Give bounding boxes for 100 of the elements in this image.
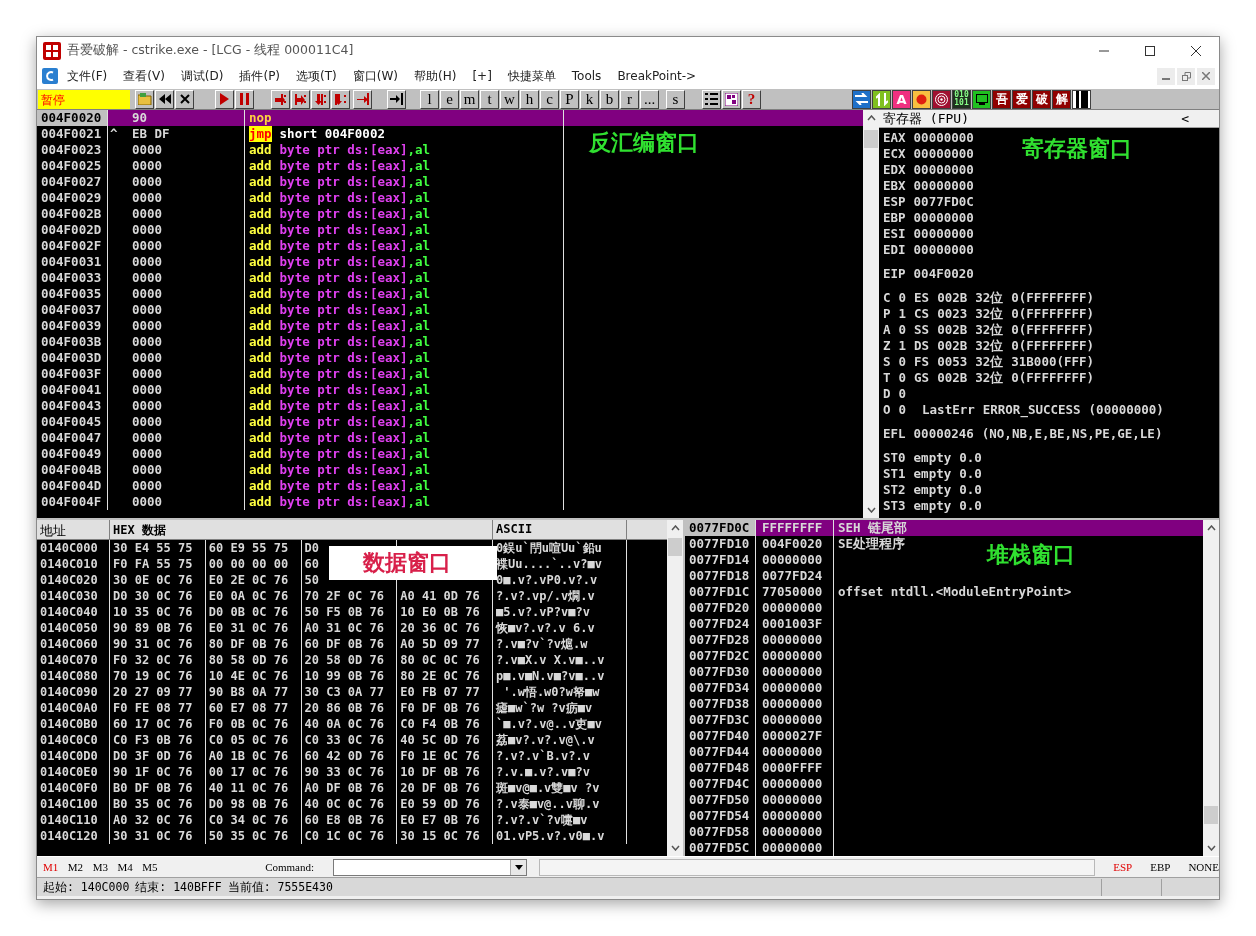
run-to-button[interactable] (387, 89, 406, 109)
disassembly-row[interactable]: 004F0033 0000 add byte ptr ds:[eax],al (37, 270, 863, 286)
disassembly-row[interactable]: 004F002F 0000 add byte ptr ds:[eax],al (37, 238, 863, 254)
help-button[interactable]: ? (742, 89, 761, 109)
stack-row[interactable]: 0077FD48 0000FFFF (685, 760, 1203, 776)
window-button[interactable]: ... (640, 89, 659, 109)
disassembly-row[interactable]: 004F0049 0000 add byte ptr ds:[eax],al (37, 446, 863, 462)
step-button[interactable] (291, 89, 310, 109)
stack-row[interactable]: 0077FD58 00000000 (685, 824, 1203, 840)
bars-button[interactable] (1072, 89, 1091, 109)
disassembly-row[interactable]: 004F0043 0000 add byte ptr ds:[eax],al (37, 398, 863, 414)
disassembly-row[interactable]: 004F004F 0000 add byte ptr ds:[eax],al (37, 494, 863, 510)
menu-item[interactable]: 插件(P) (232, 65, 288, 87)
disassembly-row[interactable]: 004F002B 0000 add byte ptr ds:[eax],al (37, 206, 863, 222)
menu-item[interactable]: 文件(F) (60, 65, 115, 87)
disassembly-row[interactable]: 004F0037 0000 add byte ptr ds:[eax],al (37, 302, 863, 318)
window-button[interactable]: P (560, 89, 579, 109)
disassembly-row[interactable]: 004F0035 0000 add byte ptr ds:[eax],al (37, 286, 863, 302)
step-button[interactable] (271, 89, 290, 109)
plugin-button[interactable]: 吾 (992, 89, 1011, 109)
menu-item[interactable]: 窗口(W) (345, 65, 405, 87)
toggle-button[interactable]: < (1181, 111, 1189, 126)
disassembly-row[interactable]: 004F004D 0000 add byte ptr ds:[eax],al (37, 478, 863, 494)
target-button[interactable] (932, 89, 951, 109)
stack-row[interactable]: 0077FD24 0001003F (685, 616, 1203, 632)
window-button[interactable]: k (580, 89, 599, 109)
stack-row[interactable]: 0077FD3C 00000000 (685, 712, 1203, 728)
window-button[interactable]: s (666, 89, 685, 109)
step-button[interactable] (311, 89, 330, 109)
vertical-scrollbar[interactable] (667, 520, 683, 856)
stack-row[interactable]: 0077FD2C 00000000 (685, 648, 1203, 664)
disassembly-row[interactable]: 004F003F 0000 add byte ptr ds:[eax],al (37, 366, 863, 382)
plugin-button[interactable]: 破 (1032, 89, 1051, 109)
stack-row[interactable]: 0077FD5C 00000000 (685, 840, 1203, 856)
menu-item[interactable]: 调试(D) (173, 65, 231, 87)
stack-row[interactable]: 0077FD38 00000000 (685, 696, 1203, 712)
record-button[interactable] (912, 89, 931, 109)
menu-item[interactable]: BreakPoint-> (610, 67, 704, 85)
window-button[interactable]: e (440, 89, 459, 109)
disassembly-row[interactable]: 004F0025 0000 add byte ptr ds:[eax],al (37, 158, 863, 174)
dump-tab[interactable]: M3 (90, 861, 116, 873)
disassembly-row[interactable]: 004F0041 0000 add byte ptr ds:[eax],al (37, 382, 863, 398)
column-header[interactable]: 地址 (37, 520, 110, 542)
dump-tab[interactable]: M2 (65, 861, 91, 873)
disassembly-row[interactable]: 004F003D 0000 add byte ptr ds:[eax],al (37, 350, 863, 366)
scrollbar-thumb[interactable] (1204, 806, 1218, 824)
open-button[interactable] (135, 89, 154, 109)
window-button[interactable]: m (460, 89, 479, 109)
binary-button[interactable]: 010 101 (952, 89, 971, 109)
column-header[interactable]: HEX 数据 (110, 520, 493, 542)
updown-button[interactable] (872, 89, 891, 109)
stack-row[interactable]: 0077FD30 00000000 (685, 664, 1203, 680)
disassembly-row[interactable]: 004F0047 0000 add byte ptr ds:[eax],al (37, 430, 863, 446)
stack-row[interactable]: 0077FD20 00000000 (685, 600, 1203, 616)
window-button[interactable]: l (420, 89, 439, 109)
close-button[interactable] (175, 89, 194, 109)
swap-button[interactable] (852, 89, 871, 109)
disassembly-row[interactable]: 004F003B 0000 add byte ptr ds:[eax],al (37, 334, 863, 350)
disassembly-row[interactable]: 004F0027 0000 add byte ptr ds:[eax],al (37, 174, 863, 190)
menu-item[interactable]: Tools (564, 67, 609, 85)
window-button[interactable]: b (600, 89, 619, 109)
stack-row[interactable]: 0077FD34 00000000 (685, 680, 1203, 696)
step-button[interactable] (331, 89, 350, 109)
window-button[interactable]: w (500, 89, 519, 109)
dump-tab[interactable]: M1 (41, 861, 66, 873)
stack-row[interactable]: 0077FD18 0077FD24 (685, 568, 1203, 584)
run-button[interactable] (215, 89, 234, 109)
plugin-button[interactable]: 爱 (1012, 89, 1031, 109)
plugin-button[interactable]: 解 (1052, 89, 1071, 109)
vertical-scrollbar[interactable] (1203, 520, 1219, 856)
scrollbar-thumb[interactable] (864, 130, 878, 148)
disassembly-row[interactable]: 004F0029 0000 add byte ptr ds:[eax],al (37, 190, 863, 206)
minimize-button[interactable] (1157, 67, 1175, 85)
dump-tab[interactable]: M4 (115, 861, 141, 873)
menu-item[interactable]: [+] (465, 67, 499, 85)
list-button[interactable] (702, 89, 721, 109)
plugin-button[interactable]: A (892, 89, 911, 109)
disassembly-row[interactable]: 004F0020 90 nop (37, 110, 863, 126)
disassembly-row[interactable]: 004F0039 0000 add byte ptr ds:[eax],al (37, 318, 863, 334)
windows-button[interactable] (722, 89, 741, 109)
stack-mode-button[interactable]: NONE (1188, 861, 1219, 873)
restart-button[interactable] (155, 89, 174, 109)
window-button[interactable]: h (520, 89, 539, 109)
menu-item[interactable]: 快捷菜单 (500, 65, 563, 87)
stack-row[interactable]: 0077FD28 00000000 (685, 632, 1203, 648)
disassembly-row[interactable]: 004F004B 0000 add byte ptr ds:[eax],al (37, 462, 863, 478)
stack-row[interactable]: 0077FD4C 00000000 (685, 776, 1203, 792)
monitor-button[interactable] (972, 89, 991, 109)
column-header[interactable]: ASCII (493, 520, 627, 542)
stack-mode-button[interactable]: EBP (1150, 861, 1171, 873)
return-button[interactable] (353, 89, 372, 109)
command-field[interactable] (332, 858, 528, 876)
window-button[interactable]: c (540, 89, 559, 109)
scrollbar-thumb[interactable] (668, 538, 682, 556)
stack-row[interactable]: 0077FD54 00000000 (685, 808, 1203, 824)
menu-item[interactable]: 查看(V) (116, 65, 172, 87)
stack-row[interactable]: 0077FD44 00000000 (685, 744, 1203, 760)
disassembly-row[interactable]: 004F0045 0000 add byte ptr ds:[eax],al (37, 414, 863, 430)
stack-row[interactable]: 0077FD40 0000027F (685, 728, 1203, 744)
window-button[interactable]: t (480, 89, 499, 109)
